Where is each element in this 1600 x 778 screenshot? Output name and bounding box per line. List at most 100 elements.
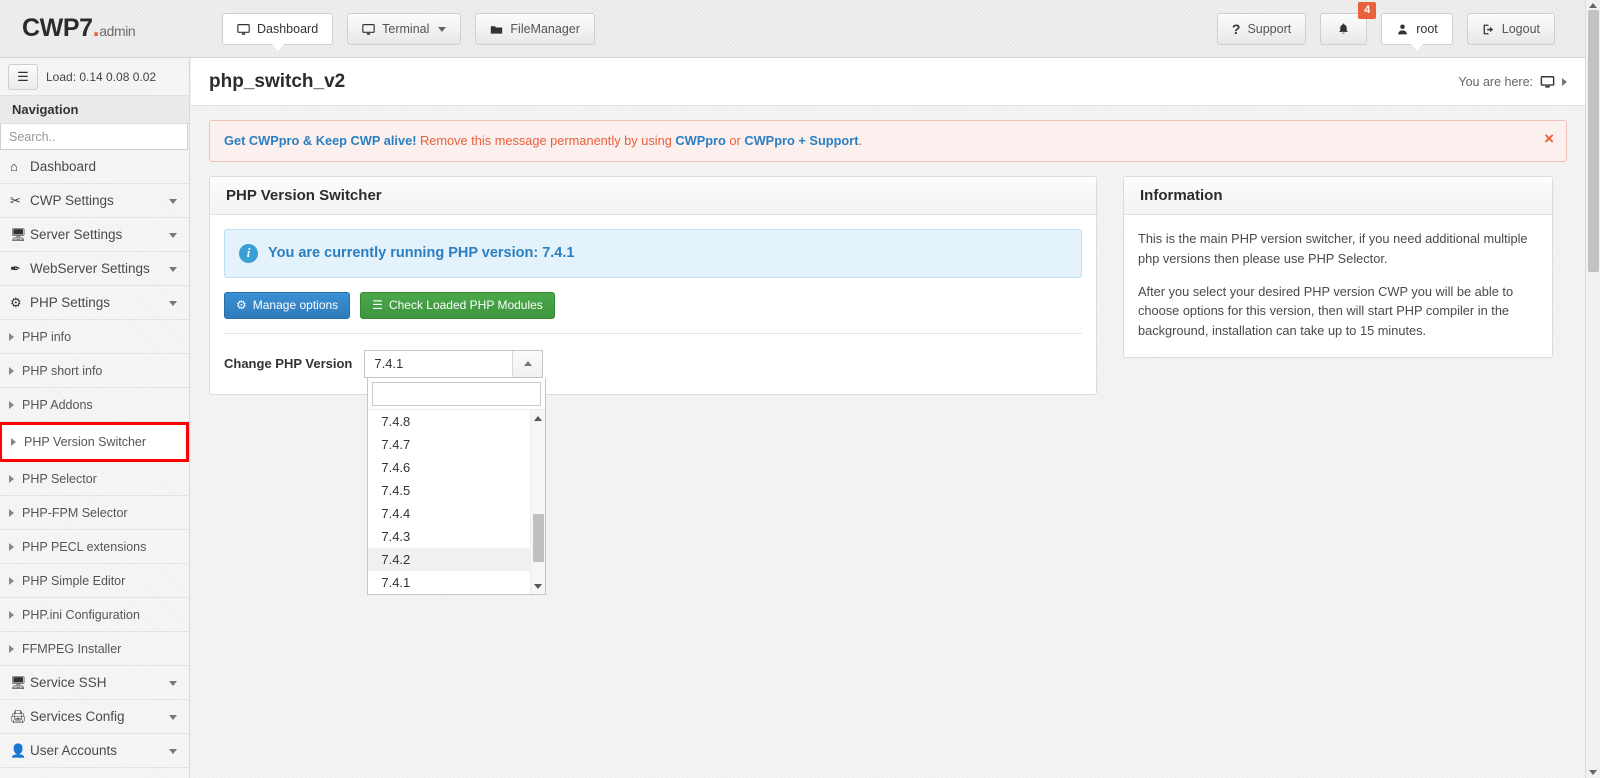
php-version-switcher-panel-body: i You are currently running PHP version:… <box>210 215 1096 595</box>
cwppro-alert-text-1: Remove this message permanently by using <box>416 133 676 148</box>
sidebar-item-php-info[interactable]: PHP info <box>0 320 189 354</box>
support-button[interactable]: ? Support <box>1216 13 1307 45</box>
top-navbar: CWP7.admin Dashboard Terminal FileManage… <box>0 0 1585 58</box>
cwppro-link[interactable]: CWPpro <box>675 133 725 148</box>
sidebar-nav-header: Navigation <box>0 96 189 124</box>
logo-text: CWP7 <box>22 14 93 42</box>
sidebar-item-php-selector[interactable]: PHP Selector <box>0 462 189 496</box>
gear-icon: ⚙ <box>10 294 22 310</box>
sidebar-item-php-pecl-extensions[interactable]: PHP PECL extensions <box>0 530 189 564</box>
chevron-up-icon <box>523 361 532 367</box>
page-title: php_switch_v2 <box>209 70 346 92</box>
main-nav-buttons: Dashboard Terminal FileManager <box>222 13 595 51</box>
sidebar-item-label: PHP info <box>22 329 72 344</box>
chevron-down-icon <box>438 26 447 32</box>
cwppro-support-link[interactable]: CWPpro + Support <box>744 133 858 148</box>
php-version-switcher-panel: PHP Version Switcher i You are currently… <box>209 175 1097 595</box>
monitor-icon: 🖥 <box>10 674 27 690</box>
chevron-right-icon <box>9 332 14 341</box>
scroll-up-icon[interactable] <box>534 415 543 421</box>
server-load-label: Load: 0.14 0.08 0.02 <box>46 69 157 84</box>
bell-icon <box>1339 23 1349 34</box>
chevron-down-icon <box>169 232 177 238</box>
chevron-right-icon <box>9 474 14 483</box>
sidebar-item-php-simple-editor[interactable]: PHP Simple Editor <box>0 564 189 598</box>
logo-admin-text: admin <box>99 23 136 39</box>
php-version-option[interactable]: 7.4.5 <box>368 479 545 502</box>
dropdown-scrollbar[interactable] <box>530 409 546 594</box>
php-version-dropdown-search-input[interactable] <box>372 381 542 406</box>
question-mark-icon: ? <box>1231 21 1241 37</box>
scroll-up-icon[interactable] <box>1589 3 1597 8</box>
sidebar-item-php-version-switcher[interactable]: PHP Version Switcher <box>0 422 189 462</box>
sidebar-item-user-accounts[interactable]: 👤 User Accounts <box>0 734 189 768</box>
scrollbar-thumb[interactable] <box>533 513 545 562</box>
sidebar-item-service-ssh[interactable]: 🖥 Service SSH <box>0 666 189 700</box>
php-version-option[interactable]: 7.4.6 <box>368 456 545 479</box>
sidebar-item-services-config[interactable]: 🖨 Services Config <box>0 700 189 734</box>
sidebar-item-label: PHP short info <box>22 363 103 378</box>
sidebar-item-label: PHP Simple Editor <box>22 573 126 588</box>
php-version-select-toggle[interactable] <box>512 350 543 377</box>
current-php-version-alert: i You are currently running PHP version:… <box>224 228 1082 278</box>
tools-icon: ✂ <box>10 192 21 208</box>
sidebar-item-label: PHP.ini Configuration <box>22 607 140 622</box>
chevron-right-icon <box>9 508 14 517</box>
logout-button[interactable]: Logout <box>1466 13 1555 45</box>
user-menu-button[interactable]: root <box>1381 13 1453 51</box>
sidebar-search-input[interactable] <box>0 124 188 150</box>
php-version-switcher-panel-title: PHP Version Switcher <box>210 176 1096 215</box>
sidebar-item-label: Server Settings <box>30 227 123 242</box>
sidebar-item-label: WebServer Settings <box>30 261 150 276</box>
nav-terminal-button[interactable]: Terminal <box>347 13 462 45</box>
sidebar-item-label: Service SSH <box>30 675 107 690</box>
nav-terminal-label: Terminal <box>382 22 430 36</box>
chevron-down-icon <box>169 266 177 272</box>
information-paragraph-1: This is the main PHP version switcher, i… <box>1138 230 1528 266</box>
sidebar-item-php-ini-configuration[interactable]: PHP.ini Configuration <box>0 598 189 632</box>
nav-filemanager-button[interactable]: FileManager <box>475 13 595 45</box>
php-version-option[interactable]: 7.4.4 <box>368 502 545 525</box>
monitor-icon[interactable] <box>1540 75 1555 89</box>
sidebar-item-label: PHP PECL extensions <box>22 539 147 554</box>
information-panel-title: Information <box>1124 176 1552 215</box>
database-icon[interactable]: ☰ <box>8 63 38 90</box>
scroll-down-icon[interactable] <box>534 583 543 589</box>
php-version-option[interactable]: 7.4.8 <box>368 410 545 433</box>
php-version-option[interactable]: 7.4.7 <box>368 433 545 456</box>
php-version-option[interactable]: 7.4.1 <box>368 571 545 594</box>
chevron-right-icon <box>9 644 14 653</box>
php-version-dropdown: 7.4.8 7.4.7 7.4.6 7.4.5 7.4.4 7.4.3 7.4.… <box>367 377 547 595</box>
php-version-select: 7.4.1 7.4.8 7.4.7 7.4.6 7.4.5 7.4.4 7.4.… <box>364 349 547 595</box>
php-version-option-highlighted[interactable]: 7.4.2 <box>368 547 546 571</box>
browser-scrollbar[interactable] <box>1585 0 1600 778</box>
sidebar-item-php-addons[interactable]: PHP Addons <box>0 388 189 422</box>
sidebar-item-ffmpeg-installer[interactable]: FFMPEG Installer <box>0 632 189 666</box>
breadcrumb-label: You are here: <box>1458 74 1533 89</box>
left-column: PHP Version Switcher i You are currently… <box>209 175 1097 595</box>
header-right-buttons: ? Support 4 root Logout <box>1216 2 1555 51</box>
manage-options-button[interactable]: ⚙ Manage options <box>224 291 351 319</box>
feather-icon: ✒ <box>10 260 21 276</box>
close-icon[interactable]: × <box>1544 130 1554 147</box>
user-icon <box>1398 23 1408 34</box>
sidebar-item-php-settings[interactable]: ⚙ PHP Settings <box>0 286 189 320</box>
sidebar-item-dashboard[interactable]: ⌂ Dashboard <box>0 150 189 184</box>
php-version-option[interactable]: 7.4.3 <box>368 525 545 548</box>
chevron-right-icon <box>9 542 14 551</box>
cwppro-promo-alert: Get CWPpro & Keep CWP alive! Remove this… <box>209 120 1567 162</box>
sidebar-item-webserver-settings[interactable]: ✒ WebServer Settings <box>0 252 189 286</box>
sidebar-item-server-settings[interactable]: 🖥 Server Settings <box>0 218 189 252</box>
sidebar-item-label: PHP Settings <box>30 295 111 310</box>
php-version-select-box[interactable]: 7.4.1 <box>364 349 544 378</box>
logout-label: Logout <box>1501 22 1540 36</box>
sidebar-item-php-fpm-selector[interactable]: PHP-FPM Selector <box>0 496 189 530</box>
chevron-down-icon <box>169 680 177 686</box>
scroll-down-icon[interactable] <box>1589 770 1597 775</box>
check-loaded-php-modules-button[interactable]: ☰ Check Loaded PHP Modules <box>360 291 555 319</box>
sidebar-item-php-short-info[interactable]: PHP short info <box>0 354 189 388</box>
scrollbar-thumb[interactable] <box>1588 10 1599 272</box>
cwppro-alert-link-main[interactable]: Get CWPpro & Keep CWP alive! <box>224 133 416 148</box>
nav-dashboard-button[interactable]: Dashboard <box>222 13 334 51</box>
sidebar-item-cwp-settings[interactable]: ✂ CWP Settings <box>0 184 189 218</box>
